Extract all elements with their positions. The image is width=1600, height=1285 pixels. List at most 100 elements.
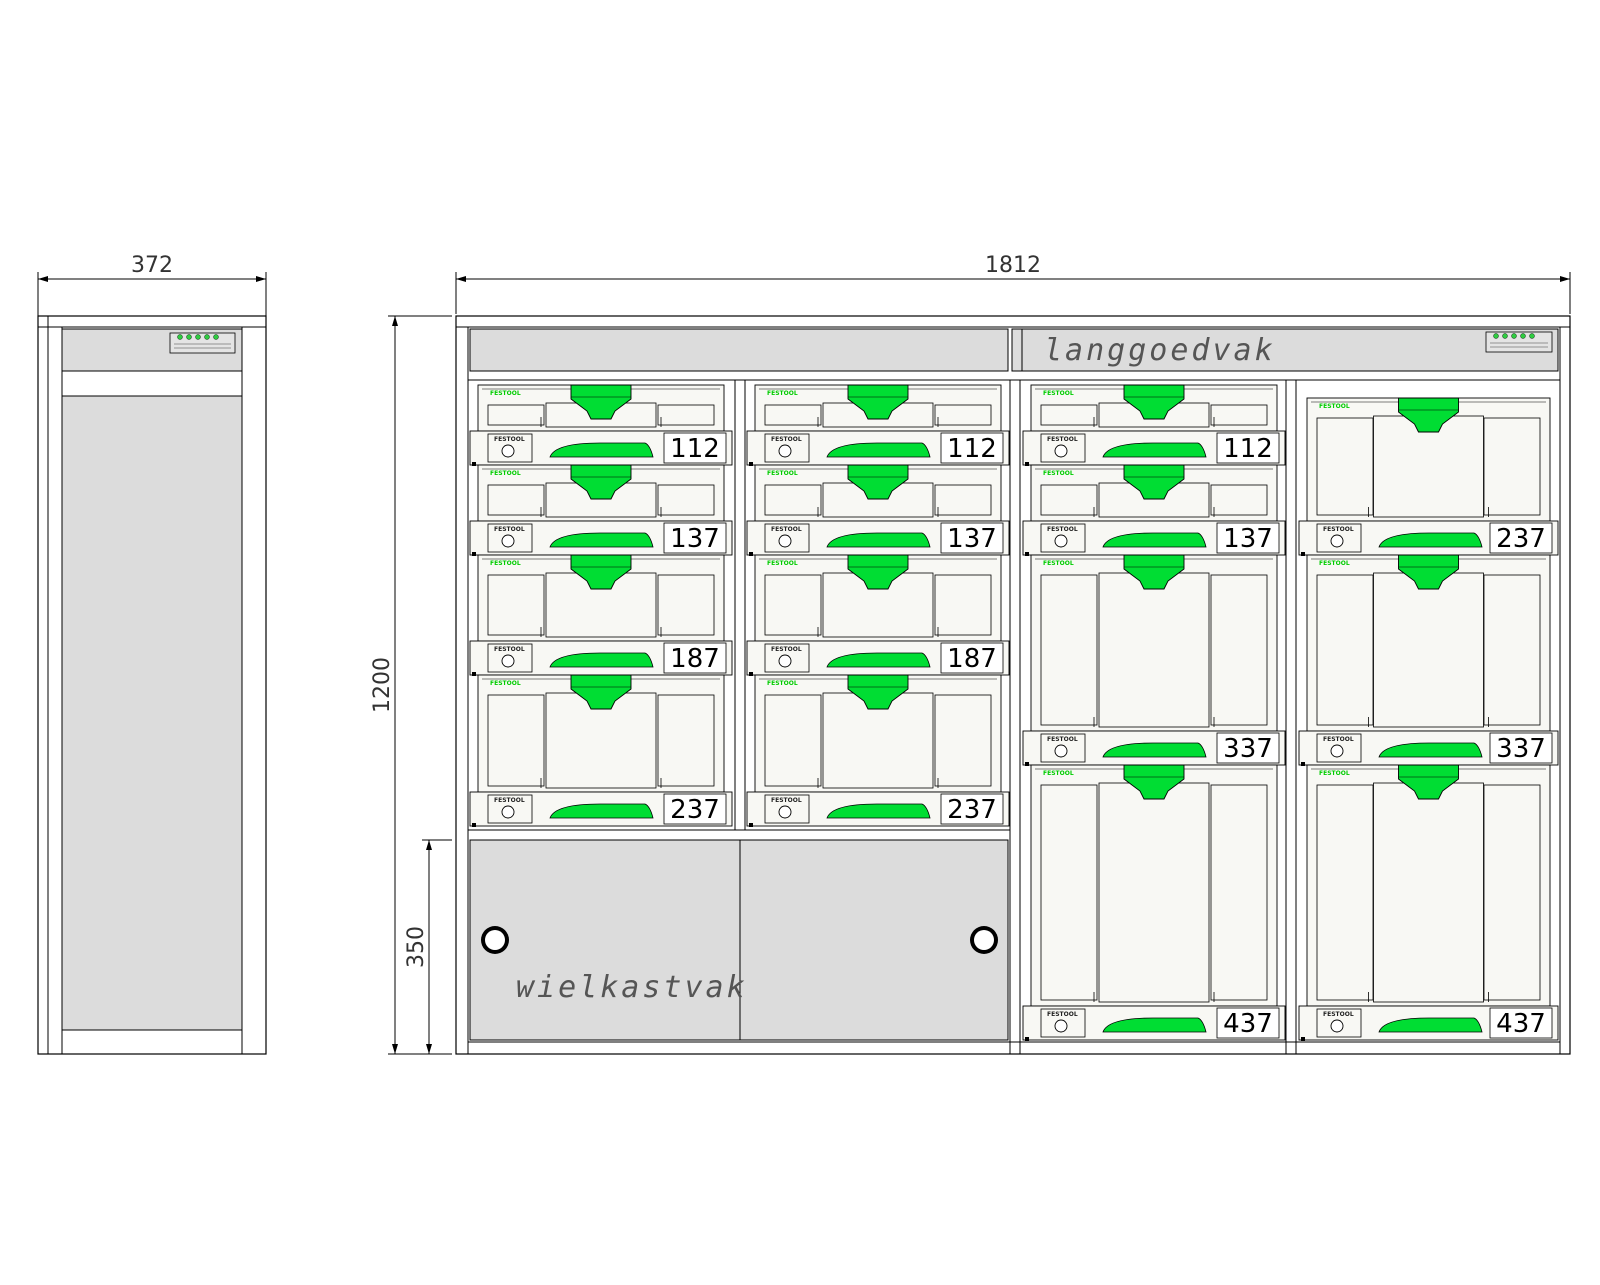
systainer-body (1030, 764, 1278, 1007)
systainer[interactable]: FESTOOL FESTOOL 337 (1022, 554, 1286, 766)
lock-knob-icon[interactable] (1330, 534, 1344, 548)
systainer-number: 337 (1496, 734, 1546, 764)
total-height-label: 1200 (370, 657, 395, 713)
systainer-number: 237 (1496, 524, 1546, 554)
brand-label: FESTOOL (1043, 560, 1074, 567)
systainer-number: 237 (947, 795, 997, 825)
systainer[interactable]: FESTOOL FESTOOL 437 (1298, 764, 1559, 1041)
brand-label: FESTOOL (771, 797, 802, 804)
lock-knob-icon[interactable] (1330, 744, 1344, 758)
total-width-label: 1812 (985, 253, 1041, 278)
foot (1301, 1037, 1305, 1041)
systainer-number: 137 (947, 524, 997, 554)
foot (1301, 762, 1305, 766)
foot (472, 552, 476, 556)
systainer[interactable]: FESTOOL FESTOOL 112 (746, 384, 1010, 466)
systainer[interactable]: FESTOOL FESTOOL 187 (469, 554, 733, 676)
arrow-icon (256, 276, 266, 282)
lock-knob-icon[interactable] (1330, 1019, 1344, 1033)
systainer-number: 112 (670, 434, 720, 464)
arrow-icon (1560, 276, 1570, 282)
top-compartment-label: langgoedvak (1044, 333, 1276, 368)
lock-knob-icon[interactable] (501, 805, 515, 819)
brand-label: FESTOOL (1319, 403, 1350, 410)
arrow-icon (426, 1044, 432, 1054)
systainer-number: 237 (670, 795, 720, 825)
systainer[interactable]: FESTOOL FESTOOL 337 (1298, 554, 1559, 766)
systainer-number: 112 (947, 434, 997, 464)
foot (1025, 762, 1029, 766)
lock-knob-icon[interactable] (778, 444, 792, 458)
arrow-icon (426, 840, 432, 850)
brand-label: FESTOOL (1319, 560, 1350, 567)
brand-label: FESTOOL (771, 646, 802, 653)
systainer-number: 437 (1496, 1009, 1546, 1039)
foot (472, 823, 476, 827)
brand-label: FESTOOL (767, 390, 798, 397)
lower-height-label: 350 (404, 926, 429, 968)
brand-label: FESTOOL (1047, 1011, 1078, 1018)
logo-plate-icon (1485, 331, 1553, 353)
lock-knob-icon[interactable] (501, 534, 515, 548)
logo-plate-icon (169, 332, 236, 354)
lock-knob-icon[interactable] (778, 534, 792, 548)
brand-label: FESTOOL (1043, 390, 1074, 397)
arrow-icon (456, 276, 466, 282)
systainer[interactable]: FESTOOL FESTOOL 237 (1298, 397, 1559, 556)
lock-knob-icon[interactable] (1054, 1019, 1068, 1033)
lock-knob-icon[interactable] (1054, 534, 1068, 548)
systainer-body (1306, 764, 1551, 1007)
arrow-icon (392, 316, 398, 326)
brand-label: FESTOOL (1323, 526, 1354, 533)
systainer-number: 187 (670, 644, 720, 674)
brand-label: FESTOOL (771, 436, 802, 443)
systainer[interactable]: FESTOOL FESTOOL 137 (1022, 464, 1286, 556)
foot (749, 462, 753, 466)
wheel-compartment: wielkastvak (469, 839, 1009, 1041)
side-main-panel (61, 395, 243, 1031)
wheel-compartment-label: wielkastvak (516, 970, 748, 1005)
systainer-number: 437 (1223, 1009, 1273, 1039)
brand-label: FESTOOL (767, 470, 798, 477)
systainer[interactable]: FESTOOL FESTOOL 112 (469, 384, 733, 466)
systainer-number: 137 (670, 524, 720, 554)
technical-drawing: 372 1812 1200 350 langgoedvak wielkastva… (37, 253, 1571, 1055)
foot (749, 823, 753, 827)
brand-label: FESTOOL (494, 646, 525, 653)
door-knob-icon[interactable] (970, 926, 998, 954)
foot (472, 672, 476, 676)
brand-label: FESTOOL (1323, 736, 1354, 743)
brand-label: FESTOOL (494, 526, 525, 533)
cabinet-drawing: 372 1812 1200 350 langgoedvak wielkastva… (0, 0, 1600, 1280)
lock-knob-icon[interactable] (501, 444, 515, 458)
systainer-number: 337 (1223, 734, 1273, 764)
systainer[interactable]: FESTOOL FESTOOL 112 (1022, 384, 1286, 466)
systainer[interactable]: FESTOOL FESTOOL 437 (1022, 764, 1286, 1041)
arrow-icon (392, 1044, 398, 1054)
brand-label: FESTOOL (490, 470, 521, 477)
brand-label: FESTOOL (1047, 526, 1078, 533)
systainer-number: 137 (1223, 524, 1273, 554)
brand-label: FESTOOL (490, 390, 521, 397)
foot (749, 552, 753, 556)
lock-knob-icon[interactable] (1054, 444, 1068, 458)
foot (472, 462, 476, 466)
lock-knob-icon[interactable] (1054, 744, 1068, 758)
systainer-number: 187 (947, 644, 997, 674)
lock-knob-icon[interactable] (778, 654, 792, 668)
foot (1025, 552, 1029, 556)
systainer[interactable]: FESTOOL FESTOOL 237 (469, 674, 733, 827)
door-left[interactable] (469, 839, 741, 1041)
brand-label: FESTOOL (771, 526, 802, 533)
systainer[interactable]: FESTOOL FESTOOL 137 (746, 464, 1010, 556)
door-right[interactable] (739, 839, 1009, 1041)
brand-label: FESTOOL (490, 680, 521, 687)
brand-label: FESTOOL (767, 680, 798, 687)
lock-knob-icon[interactable] (501, 654, 515, 668)
brand-label: FESTOOL (1323, 1011, 1354, 1018)
door-knob-icon[interactable] (481, 926, 509, 954)
systainer[interactable]: FESTOOL FESTOOL 237 (746, 674, 1010, 827)
systainer[interactable]: FESTOOL FESTOOL 187 (746, 554, 1010, 676)
systainer[interactable]: FESTOOL FESTOOL 137 (469, 464, 733, 556)
lock-knob-icon[interactable] (778, 805, 792, 819)
